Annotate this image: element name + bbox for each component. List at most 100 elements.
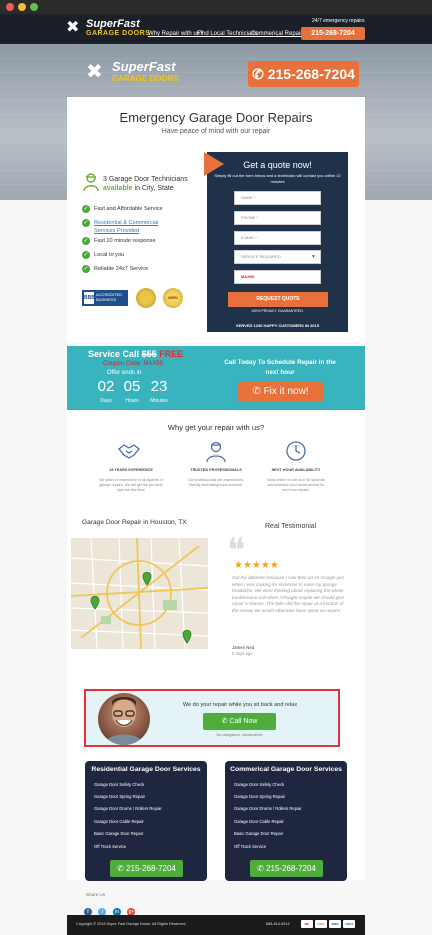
service-call-offer: Service Call $55 FREE xyxy=(88,349,184,359)
feature-item-link[interactable]: ✓ Residential & Commercial Services Provi… xyxy=(82,219,174,235)
service-item: Garage Door Drums / Rollers Repair xyxy=(94,806,162,811)
cta-note: No obligation, whatsoever. xyxy=(216,732,264,737)
hero-phone-button[interactable]: ✆ 215-268-7204 xyxy=(248,61,359,87)
technician-avatar xyxy=(98,693,150,745)
call-now-button[interactable]: ✆ Call Now xyxy=(203,713,276,730)
old-price: $55 xyxy=(141,349,157,359)
why-item-heading: NEXT HOUR AVAILABILITY xyxy=(271,468,321,472)
page-title: Emergency Garage Door Repairs xyxy=(119,110,313,125)
countdown-hours: 05 xyxy=(123,378,141,395)
service-item: Garage Door Spring Repair xyxy=(234,794,285,799)
award-seal-icon xyxy=(136,288,156,308)
countdown-hours-label: Hours xyxy=(125,398,139,404)
nav-link-commercial-repairs[interactable]: Commerical Repairs xyxy=(251,30,305,38)
why-item-text: Book online or call us in 60 seconds and… xyxy=(267,478,325,492)
feature-item: ✓ Fast 10 minute response xyxy=(82,237,156,245)
phone-icon: ✆ xyxy=(252,386,264,397)
service-item: Garage Door Drums / Rollers Repair xyxy=(234,806,302,811)
check-icon: ✓ xyxy=(82,265,90,273)
location-map[interactable] xyxy=(71,538,208,649)
window-titlebar xyxy=(0,0,432,14)
fix-it-now-button[interactable]: ✆ Fix it now! xyxy=(238,382,323,402)
promo-code-field[interactable]: MAX50 xyxy=(234,270,321,284)
amex-icon: AMEX xyxy=(343,920,355,928)
hero-phone-number: 215-268-7204 xyxy=(267,66,355,82)
minimize-window-icon[interactable] xyxy=(18,3,26,11)
mastercard-icon: MC xyxy=(301,920,313,928)
handshake-icon xyxy=(118,444,140,459)
call-today-text: Call Today To Schedule Repair in the nex… xyxy=(224,359,336,376)
testimonial-date: 5 days ago xyxy=(232,651,253,656)
location-text: in City, State xyxy=(132,185,174,192)
feature-item: ✓ Reliable 24x7 Service xyxy=(82,265,149,273)
service-item: Garage Door Safety Check xyxy=(94,782,145,787)
phone-field[interactable]: PHONE * xyxy=(234,211,321,225)
technicians-availability: available in City, State xyxy=(103,184,174,193)
email-field[interactable]: E-MAIL * xyxy=(234,231,321,245)
rating-stars: ★★★★★ xyxy=(234,560,279,571)
offer-ends-label: Offer ends in xyxy=(107,370,142,376)
map-title: Garage Door Repair in Houston, TX xyxy=(82,519,187,526)
residential-services-title: Residential Garage Door Services xyxy=(91,766,201,773)
nav-phone-button[interactable]: 215-268-7204 xyxy=(301,27,365,40)
service-item: Basic Garage Door Repair xyxy=(234,831,284,836)
service-item: Off Track Service xyxy=(234,844,267,849)
discover-icon: DISC xyxy=(315,920,327,928)
cta-text: We do your repair while you sit back and… xyxy=(182,702,298,708)
commercial-call-button[interactable]: ✆ 215-268-7204 xyxy=(250,860,323,877)
hero-logo-text: SuperFast xyxy=(112,59,176,74)
technicians-count: 3 Garage Door Technicians xyxy=(103,176,188,183)
coupon-code: Coupon Code: MAX50 xyxy=(103,361,164,367)
service-item: Off Track Service xyxy=(94,844,127,849)
professional-icon xyxy=(206,441,226,463)
bbb-logo-icon: BBB xyxy=(84,292,95,304)
hero-logo: ✖ SuperFast GARAGE DOORS xyxy=(86,60,186,86)
request-quote-button[interactable]: REQUEST QUOTE xyxy=(228,292,328,307)
nav-link-why-repair[interactable]: Why Repair with us? xyxy=(148,30,203,38)
footer-phone[interactable]: 888-814-8914 xyxy=(266,921,290,927)
clock-icon xyxy=(286,441,306,461)
countdown-minutes-label: Minutes xyxy=(150,398,168,404)
bbb-accredited-badge: BBB ACCREDITED BUSINESS xyxy=(82,290,128,306)
phone-icon: ✆ xyxy=(257,864,267,873)
testimonial-text: Got my attention because I saw their ad … xyxy=(232,575,345,613)
share-label: Share Us xyxy=(86,892,106,897)
quote-form-description: Simply fill out the form below and a tec… xyxy=(214,173,341,184)
emergency-label: 24/7 emergency repairs xyxy=(312,18,365,24)
why-item-heading: 15 YEARS EXPERIENCE xyxy=(109,468,153,472)
nav-logo-subtext: GARAGE DOORS xyxy=(86,30,151,37)
satisfaction-seal-icon: 100% xyxy=(163,288,183,308)
why-item-heading: TRUSTED PROFESSIONALS xyxy=(190,468,242,472)
maximize-window-icon[interactable] xyxy=(30,3,38,11)
why-title: Why get your repair with us? xyxy=(167,423,265,432)
service-item: Garage Door Cable Repair xyxy=(94,819,144,824)
chevron-down-icon: ▼ xyxy=(311,254,316,260)
service-item: Garage Door Safety Check xyxy=(234,782,285,787)
service-item: Basic Garage Door Repair xyxy=(94,831,144,836)
commercial-services-title: Commerical Garage Door Services xyxy=(230,766,342,773)
why-item-text: We years of experience in all aspects of… xyxy=(99,478,163,492)
top-navbar: ✖ SuperFast GARAGE DOORS xyxy=(0,14,432,44)
privacy-note: 100% PRIVACY GUARANTEED. xyxy=(251,309,304,313)
feature-item: ✓ Local to you xyxy=(82,251,125,259)
free-label: FREE xyxy=(159,349,184,359)
service-select[interactable]: SERVICE REQUIRED ▼ xyxy=(234,250,321,264)
why-item-text: Our professionals are experienced, frien… xyxy=(188,478,244,487)
close-window-icon[interactable] xyxy=(6,3,14,11)
feature-item: ✓ Fast and Affordable Service xyxy=(82,205,163,213)
phone-icon: ✆ xyxy=(252,66,268,82)
nav-link-find-technicians[interactable]: Find Local Technicians xyxy=(197,30,258,38)
available-highlight: available xyxy=(103,185,133,192)
tools-icon: ✖ xyxy=(66,19,80,36)
check-icon: ✓ xyxy=(82,219,90,227)
page-subtitle: Have peace of mind with our repair xyxy=(161,128,271,135)
testimonial-title: Real Testimonial xyxy=(265,523,317,530)
service-item: Garage Door Spring Repair xyxy=(94,794,145,799)
countdown-days-label: Days xyxy=(100,398,112,404)
residential-call-button[interactable]: ✆ 215-268-7204 xyxy=(110,860,183,877)
name-field[interactable]: NAME * xyxy=(234,191,321,205)
hero-logo-subtext: GARAGE DOORS xyxy=(112,74,179,83)
technician-icon xyxy=(83,173,99,192)
copyright-text: Copyright © 2015 Super Fast Garage Doors… xyxy=(76,922,187,926)
served-customers-note: SERVED 1230 HAPPY CUSTOMERS IN 2015 xyxy=(236,323,319,328)
